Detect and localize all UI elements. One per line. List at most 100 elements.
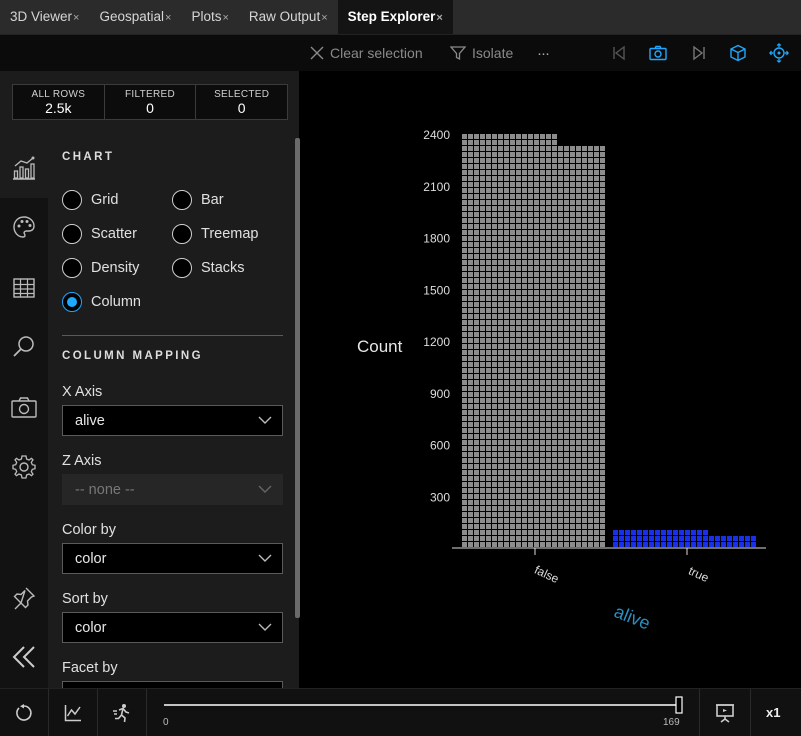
camera-icon[interactable] [10, 393, 38, 421]
recenter-icon[interactable] [769, 43, 789, 63]
tab-3d-viewer[interactable]: 3D Viewer × [0, 0, 89, 34]
palette-icon[interactable] [10, 213, 38, 241]
bar-cell [510, 344, 515, 349]
bar-cell [474, 428, 479, 433]
chart-option-scatter[interactable]: Scatter [62, 224, 137, 244]
bar-cell [613, 536, 618, 541]
tab-step-explorer[interactable]: Step Explorer × [337, 0, 453, 34]
chart-option-stacks[interactable]: Stacks [172, 258, 245, 278]
bar-cell [528, 194, 533, 199]
bar-cell [546, 416, 551, 421]
camera-icon[interactable] [648, 43, 668, 63]
facet-by-select[interactable] [62, 681, 283, 688]
bar-cell [594, 386, 599, 391]
close-icon[interactable]: × [321, 12, 327, 24]
bar-cell [588, 362, 593, 367]
x-axis-select[interactable]: alive [62, 405, 283, 436]
isolate-label: Isolate [472, 45, 514, 61]
bar-cell [474, 506, 479, 511]
bar-cell [588, 446, 593, 451]
bar-cell [546, 506, 551, 511]
bar-cell [474, 380, 479, 385]
bar-cell [558, 356, 563, 361]
chart-option-column[interactable]: Column [62, 292, 141, 312]
bar-cell [588, 152, 593, 157]
radio-dot [172, 224, 192, 244]
bar-cell [594, 482, 599, 487]
table-icon[interactable] [10, 274, 38, 302]
bar-cell [492, 194, 497, 199]
collapse-icon[interactable] [10, 643, 38, 671]
column-chart[interactable]: 30060090012001500180021002400Countfalse t… [300, 71, 801, 688]
chart-icon[interactable] [10, 154, 38, 182]
bar-cell [570, 512, 575, 517]
bar-cell [492, 362, 497, 367]
bar-cell [522, 188, 527, 193]
bar-cell [600, 386, 605, 391]
step-back-icon[interactable] [609, 43, 629, 63]
sort-by-select[interactable]: color [62, 612, 283, 643]
bar-cell [558, 482, 563, 487]
chart-option-bar[interactable]: Bar [172, 190, 224, 210]
bar-cell [570, 314, 575, 319]
bar-cell [480, 188, 485, 193]
bar-cell [486, 350, 491, 355]
z-axis-select[interactable]: -- none -- [62, 474, 283, 505]
close-icon[interactable]: × [436, 12, 442, 24]
bar-cell [522, 338, 527, 343]
bar-cell [528, 530, 533, 535]
bar-cell [492, 452, 497, 457]
chart-option-density[interactable]: Density [62, 258, 139, 278]
select-value: alive [75, 412, 105, 429]
bar-cell [576, 476, 581, 481]
close-icon[interactable]: × [73, 12, 79, 24]
search-icon[interactable] [10, 333, 38, 361]
bar-cell [546, 464, 551, 469]
bar-cell [582, 488, 587, 493]
run-icon[interactable] [110, 701, 134, 725]
more-button[interactable]: ··· [537, 35, 550, 71]
tab-geospatial[interactable]: Geospatial × [89, 0, 181, 34]
bar-cell [576, 356, 581, 361]
bar-cell [564, 182, 569, 187]
line-chart-icon[interactable] [61, 701, 85, 725]
bar-cell [600, 470, 605, 475]
bar-cell [486, 314, 491, 319]
step-forward-icon[interactable] [689, 43, 709, 63]
chart-option-grid[interactable]: Grid [62, 190, 118, 210]
bar-cell [516, 542, 521, 547]
bar-cell [582, 314, 587, 319]
close-icon[interactable]: × [222, 12, 228, 24]
bar-cell [540, 500, 545, 505]
bar-cell [588, 416, 593, 421]
bar-cell [516, 464, 521, 469]
bar-cell [510, 518, 515, 523]
clear-selection-button[interactable]: Clear selection [310, 35, 423, 71]
bar-cell [516, 392, 521, 397]
tab-plots[interactable]: Plots × [181, 0, 238, 34]
bar-cell [492, 158, 497, 163]
cube-icon[interactable] [728, 43, 748, 63]
presentation-icon[interactable] [713, 701, 737, 725]
tab-raw-output[interactable]: Raw Output × [239, 0, 338, 34]
timeline-handle[interactable] [675, 696, 683, 714]
chart-option-treemap[interactable]: Treemap [172, 224, 258, 244]
timeline-slider[interactable]: 0 169 [160, 695, 690, 731]
isolate-button[interactable]: Isolate [450, 35, 513, 71]
playback-speed[interactable]: x1 [766, 705, 780, 720]
close-icon[interactable]: × [165, 12, 171, 24]
reset-icon[interactable] [12, 701, 36, 725]
pin-icon[interactable] [10, 584, 38, 612]
bar-cell [582, 272, 587, 277]
bar-cell [745, 542, 750, 547]
bar-cell [564, 398, 569, 403]
bar-cell [582, 176, 587, 181]
bar-cell [570, 164, 575, 169]
bar-cell [564, 518, 569, 523]
bar-cell [474, 440, 479, 445]
bar-cell [486, 440, 491, 445]
settings-gear-icon[interactable] [10, 453, 38, 481]
bar-cell [468, 374, 473, 379]
color-by-select[interactable]: color [62, 543, 283, 574]
bar-cell [492, 326, 497, 331]
